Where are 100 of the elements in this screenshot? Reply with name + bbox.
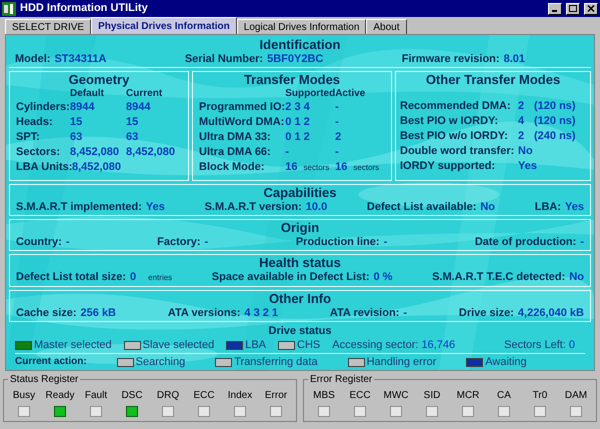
row-note: (240 ns) xyxy=(534,129,576,144)
column-header: Supported xyxy=(285,88,336,99)
row-value: 63 xyxy=(126,130,138,145)
bit-label: ECC xyxy=(349,390,371,402)
field-label: Serial Number: xyxy=(184,52,264,66)
row-label: Ultra DMA 33: xyxy=(199,131,271,143)
field-value: No xyxy=(480,200,496,214)
bit-label: ECC xyxy=(193,390,215,402)
column-header: Default xyxy=(70,88,104,99)
row-label: Heads: xyxy=(16,116,53,128)
field-label: Sectors Left: xyxy=(504,338,566,352)
row-value: 4 xyxy=(518,114,526,129)
bit-label: Index xyxy=(228,390,252,402)
bit-label: SID xyxy=(424,390,440,402)
field-label: S.M.A.R.T T.E.C detected: xyxy=(432,270,566,284)
bit-label: MBS xyxy=(313,390,335,402)
row-value: - xyxy=(335,115,339,130)
field-label: Current action: xyxy=(15,355,87,369)
tab[interactable]: About xyxy=(366,19,407,34)
field-label: ATA revision: xyxy=(330,306,400,320)
section-title: Drive status xyxy=(268,325,332,338)
close-button[interactable] xyxy=(584,2,598,14)
bit-label: CA xyxy=(497,390,511,402)
section-title: Origin xyxy=(280,220,320,235)
row-label: Recommended DMA: xyxy=(400,100,511,112)
section-title: Geometry xyxy=(68,72,130,87)
field-label: Cache size: xyxy=(16,306,77,320)
field-label: Defect List total size: xyxy=(16,270,126,284)
row-value: 2 xyxy=(518,99,526,114)
section-title: Health status xyxy=(259,255,341,270)
window-title: HDD Information UTILity xyxy=(20,1,149,16)
field-label: Defect List available: xyxy=(366,200,476,214)
bit-label: Error xyxy=(264,390,288,402)
section-title: Other Transfer Modes xyxy=(426,72,560,87)
column-header: Current xyxy=(126,88,162,99)
row-label: Programmed IO: xyxy=(199,101,286,113)
field-value: 16,746 xyxy=(421,338,456,352)
bit-label: MWC xyxy=(384,390,408,402)
field-label: S.M.A.R.T implemented: xyxy=(16,200,142,214)
bit-label: Ready xyxy=(46,390,74,402)
indicator-label: Searching xyxy=(136,355,186,369)
field-label: Drive size: xyxy=(458,306,514,320)
field-label: LBA: xyxy=(534,200,562,214)
row-value: 63 xyxy=(70,130,82,145)
close-icon xyxy=(587,5,595,12)
field-value: Yes xyxy=(146,200,165,214)
row-value: 15 xyxy=(126,115,138,130)
row-label: Best PIO w IORDY: xyxy=(400,115,498,127)
row-value: 2 3 4 xyxy=(285,100,310,115)
field-label: Space available in Defect List: xyxy=(212,270,370,284)
tab[interactable]: Logical Drives Information xyxy=(236,19,366,34)
field-label: Country: xyxy=(16,235,62,249)
field-value: - xyxy=(66,235,70,249)
row-value: 16 xyxy=(335,160,348,175)
field-value: 5BF0Y2BC xyxy=(267,52,324,66)
bit-label: Tr0 xyxy=(532,390,548,402)
field-value: - xyxy=(384,235,388,249)
row-value: - xyxy=(335,145,339,160)
field-value: 0 xyxy=(568,338,575,352)
tab[interactable]: SELECT DRIVE xyxy=(5,19,92,34)
indicator-label: Transferring data xyxy=(234,355,318,369)
section-title: Capabilities xyxy=(264,185,336,200)
section-title: Identification xyxy=(260,37,340,52)
field-label: Firmware revision: xyxy=(402,52,500,66)
row-label: IORDY supported: xyxy=(400,160,496,172)
row-value: 8944 xyxy=(126,100,151,115)
row-value: 8,452,080 xyxy=(126,145,175,160)
group-title: Status Register xyxy=(8,372,80,387)
indicator-label: Handling error xyxy=(366,355,436,369)
row-value: Yes xyxy=(518,159,534,174)
row-value: - xyxy=(335,100,339,115)
field-label: Model: xyxy=(15,52,50,66)
app-icon xyxy=(2,2,16,16)
bit-label: MCR xyxy=(456,390,480,402)
field-value: - xyxy=(580,235,584,249)
field-label: Factory: xyxy=(157,235,201,249)
row-value: 8944 xyxy=(70,100,95,115)
unit-label: entries xyxy=(148,272,172,284)
field-label: S.M.A.R.T version: xyxy=(204,200,302,214)
field-value: - xyxy=(403,306,408,320)
row-note: (120 ns) xyxy=(534,99,576,114)
row-value: No xyxy=(518,144,534,159)
indicator-label: CHS xyxy=(297,338,320,352)
tab[interactable]: Physical Drives Information xyxy=(91,17,237,34)
field-value: 0 % xyxy=(374,270,392,284)
row-label: MultiWord DMA: xyxy=(199,116,284,128)
row-value: 2 xyxy=(518,129,526,144)
field-value: 256 kB xyxy=(80,306,116,320)
maximize-button[interactable] xyxy=(566,2,580,14)
unit-label: sectors xyxy=(304,162,330,174)
minimize-button[interactable] xyxy=(548,2,562,14)
field-value: ST34311A xyxy=(54,52,106,66)
indicator-label: Slave selected xyxy=(142,338,214,352)
row-label: Double word transfer: xyxy=(400,145,514,157)
field-label: ATA versions: xyxy=(168,306,240,320)
row-value: 8,452,080 xyxy=(70,145,119,160)
row-label: Best PIO w/o IORDY: xyxy=(400,130,508,142)
row-value: 8,452,080 xyxy=(72,160,121,175)
section-title: Transfer Modes xyxy=(244,72,340,87)
field-label: Date of production: xyxy=(474,235,576,249)
